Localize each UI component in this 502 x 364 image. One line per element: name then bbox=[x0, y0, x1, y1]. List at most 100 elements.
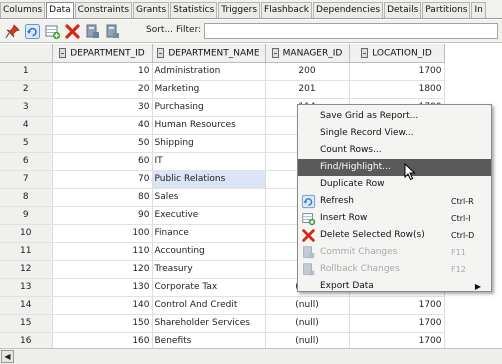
menu-item-count-rows[interactable]: Count Rows... bbox=[298, 142, 491, 159]
menu-item-find-highlight[interactable]: Find/Highlight... bbox=[298, 159, 491, 176]
tab-details[interactable]: Details bbox=[384, 2, 422, 18]
department-name-cell[interactable]: Marketing bbox=[152, 80, 266, 99]
department-name-cell[interactable]: Accounting bbox=[152, 242, 266, 261]
location-id-cell[interactable]: 1800 bbox=[349, 80, 445, 99]
department-name-cell[interactable]: Shareholder Services bbox=[152, 314, 266, 333]
department-id-cell[interactable]: 10 bbox=[52, 62, 153, 81]
location-id-cell[interactable]: 1700 bbox=[349, 332, 445, 348]
row-number-cell: 12 bbox=[0, 260, 53, 279]
table-row[interactable]: 14 140 Control And Credit (null) 1700 bbox=[0, 296, 445, 315]
filter-input[interactable] bbox=[204, 23, 498, 39]
row-number-cell: 9 bbox=[0, 206, 53, 225]
delete-row-icon bbox=[301, 228, 316, 243]
department-name-cell[interactable]: Benefits bbox=[152, 332, 266, 348]
department-name-cell[interactable]: Executive bbox=[152, 206, 266, 225]
horizontal-scrollbar[interactable]: ◀ bbox=[0, 348, 502, 364]
department-id-cell[interactable]: 20 bbox=[52, 80, 153, 99]
column-type-icon bbox=[271, 47, 279, 58]
tab-indexes[interactable]: In bbox=[471, 2, 486, 18]
department-id-cell[interactable]: 110 bbox=[52, 242, 153, 261]
department-id-cell[interactable]: 120 bbox=[52, 260, 153, 279]
insert-row-icon bbox=[301, 211, 316, 226]
manager-id-cell[interactable]: (null) bbox=[265, 296, 350, 315]
tab-triggers[interactable]: Triggers bbox=[218, 2, 261, 18]
delete-row-icon[interactable] bbox=[64, 23, 81, 40]
location-id-cell[interactable]: 1700 bbox=[349, 314, 445, 333]
menu-item-commit-changes[interactable]: Commit Changes F11 bbox=[298, 244, 491, 261]
department-name-cell[interactable]: Control And Credit bbox=[152, 296, 266, 315]
table-row[interactable]: 15 150 Shareholder Services (null) 1700 bbox=[0, 314, 445, 333]
tab-data[interactable]: Data bbox=[46, 2, 74, 18]
department-name-cell[interactable]: Human Resources bbox=[152, 116, 266, 135]
department-id-cell[interactable]: 80 bbox=[52, 188, 153, 207]
row-number-header bbox=[0, 44, 53, 63]
column-header-manager-id[interactable]: MANAGER_ID bbox=[265, 44, 350, 63]
department-id-cell[interactable]: 40 bbox=[52, 116, 153, 135]
tab-partitions[interactable]: Partitions bbox=[422, 2, 471, 18]
manager-id-cell[interactable]: 201 bbox=[265, 80, 350, 99]
pin-icon[interactable] bbox=[4, 23, 21, 40]
location-id-cell[interactable]: 1700 bbox=[349, 62, 445, 81]
column-header-department-name[interactable]: DEPARTMENT_NAME bbox=[152, 44, 266, 63]
scroll-left-arrow-icon[interactable]: ◀ bbox=[1, 350, 14, 363]
department-name-cell[interactable]: Shipping bbox=[152, 134, 266, 153]
department-id-cell[interactable]: 50 bbox=[52, 134, 153, 153]
location-id-cell[interactable]: 1700 bbox=[349, 296, 445, 315]
department-id-cell[interactable]: 90 bbox=[52, 206, 153, 225]
department-id-cell[interactable]: 100 bbox=[52, 224, 153, 243]
row-number-cell: 6 bbox=[0, 152, 53, 171]
department-id-cell[interactable]: 150 bbox=[52, 314, 153, 333]
header-row: DEPARTMENT_ID DEPARTMENT_NAME MANAGER_ID… bbox=[0, 44, 445, 63]
tab-statistics[interactable]: Statistics bbox=[170, 2, 218, 18]
department-id-cell[interactable]: 160 bbox=[52, 332, 153, 348]
menu-item-single-record-view[interactable]: Single Record View... bbox=[298, 125, 491, 142]
tab-flashback[interactable]: Flashback bbox=[261, 2, 313, 18]
menu-item-refresh[interactable]: Refresh Ctrl-R bbox=[298, 193, 491, 210]
manager-id-cell[interactable]: (null) bbox=[265, 332, 350, 348]
department-name-cell[interactable]: Purchasing bbox=[152, 98, 266, 117]
column-header-location-id[interactable]: LOCATION_ID bbox=[349, 44, 445, 63]
refresh-icon[interactable] bbox=[24, 23, 41, 40]
menu-item-duplicate-row[interactable]: Duplicate Row bbox=[298, 176, 491, 193]
insert-row-icon[interactable] bbox=[44, 23, 61, 40]
menu-item-export-data[interactable]: Export Data ▶ bbox=[298, 278, 491, 295]
department-name-cell[interactable]: Administration bbox=[152, 62, 266, 81]
menu-item-delete-selected-rows[interactable]: Delete Selected Row(s) Ctrl-D bbox=[298, 227, 491, 244]
department-id-cell[interactable]: 130 bbox=[52, 278, 153, 297]
department-id-cell[interactable]: 60 bbox=[52, 152, 153, 171]
table-row[interactable]: 1 10 Administration 200 1700 bbox=[0, 62, 445, 81]
submenu-arrow-icon: ▶ bbox=[474, 282, 481, 291]
refresh-icon bbox=[301, 194, 316, 209]
tab-dependencies[interactable]: Dependencies bbox=[313, 2, 384, 18]
department-name-cell[interactable]: Public Relations bbox=[152, 170, 266, 189]
row-number-cell: 10 bbox=[0, 224, 53, 243]
menu-item-insert-row[interactable]: Insert Row Ctrl-I bbox=[298, 210, 491, 227]
tab-columns[interactable]: Columns bbox=[0, 2, 46, 18]
commit-icon[interactable] bbox=[84, 23, 101, 40]
filter-label: Filter: bbox=[176, 25, 202, 35]
department-name-cell[interactable]: IT bbox=[152, 152, 266, 171]
menu-item-save-grid-as-report[interactable]: Save Grid as Report... bbox=[298, 108, 491, 125]
tab-constraints[interactable]: Constraints bbox=[74, 2, 133, 18]
row-number-cell: 4 bbox=[0, 116, 53, 135]
table-row[interactable]: 2 20 Marketing 201 1800 bbox=[0, 80, 445, 99]
manager-id-cell[interactable]: 200 bbox=[265, 62, 350, 81]
row-number-cell: 15 bbox=[0, 314, 53, 333]
column-header-department-id[interactable]: DEPARTMENT_ID bbox=[52, 44, 153, 63]
sort-button[interactable]: Sort... bbox=[146, 25, 173, 35]
menu-item-rollback-changes[interactable]: Rollback Changes F12 bbox=[298, 261, 491, 278]
department-name-cell[interactable]: Corporate Tax bbox=[152, 278, 266, 297]
context-menu: Save Grid as Report... Single Record Vie… bbox=[297, 104, 492, 292]
department-id-cell[interactable]: 30 bbox=[52, 98, 153, 117]
rollback-icon[interactable] bbox=[104, 23, 121, 40]
tab-grants[interactable]: Grants bbox=[133, 2, 170, 18]
department-name-cell[interactable]: Finance bbox=[152, 224, 266, 243]
table-row[interactable]: 16 160 Benefits (null) 1700 bbox=[0, 332, 445, 348]
manager-id-cell[interactable]: (null) bbox=[265, 314, 350, 333]
row-number-cell: 1 bbox=[0, 62, 53, 81]
department-id-cell[interactable]: 70 bbox=[52, 170, 153, 189]
department-name-cell[interactable]: Treasury bbox=[152, 260, 266, 279]
department-id-cell[interactable]: 140 bbox=[52, 296, 153, 315]
department-name-cell[interactable]: Sales bbox=[152, 188, 266, 207]
tab-bar: Columns Data Constraints Grants Statistics Tr… bbox=[0, 0, 502, 19]
